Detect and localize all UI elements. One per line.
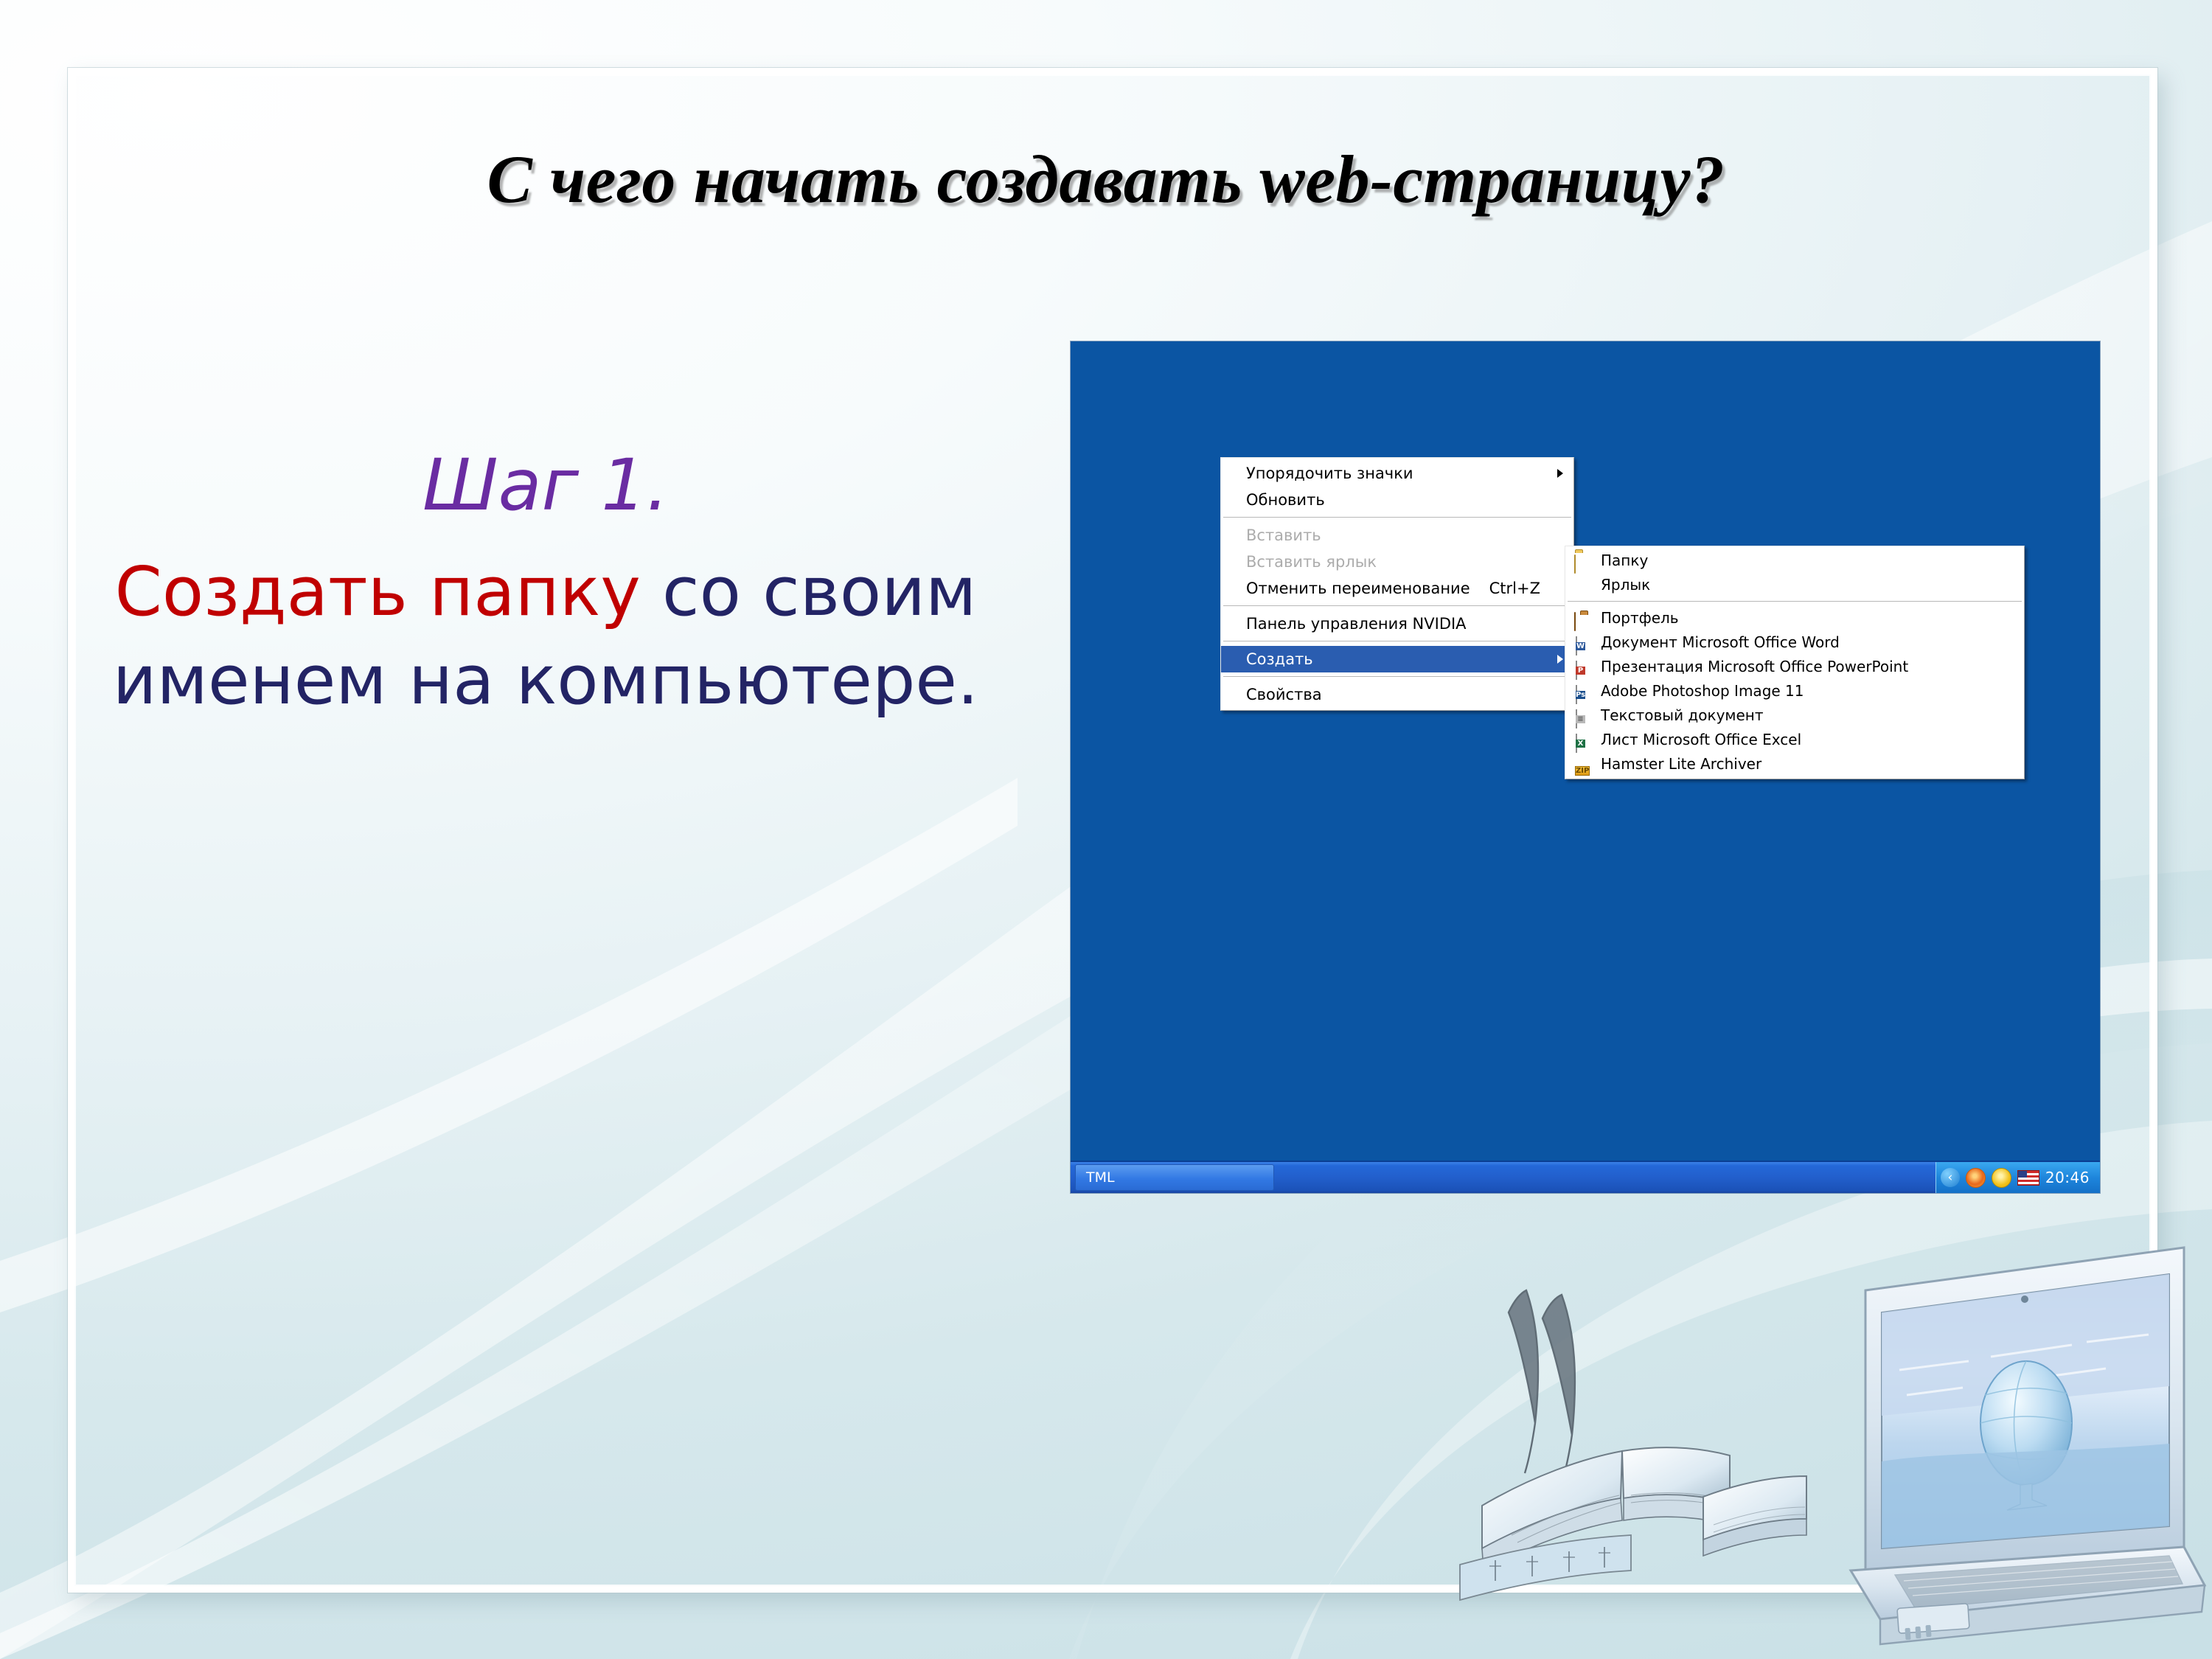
desktop-context-menu[interactable]: Упорядочить значки Обновить Вставить Вст… — [1220, 457, 1574, 711]
no-icon-placeholder — [1574, 577, 1593, 594]
submenu-arrow-icon — [1557, 469, 1563, 478]
context-menu-item-undo-rename[interactable]: Отменить переименование Ctrl+Z — [1221, 575, 1573, 602]
powerpoint-document-icon: P — [1574, 658, 1593, 680]
system-tray[interactable]: ‹ 20:46 — [1935, 1162, 2100, 1193]
context-menu-item-refresh[interactable]: Обновить — [1221, 487, 1573, 513]
submenu-item-label: Папку — [1601, 552, 1649, 569]
context-menu-separator — [1223, 676, 1571, 678]
context-menu-item-accelerator: Ctrl+Z — [1489, 580, 1540, 597]
context-menu-item-label: Обновить — [1246, 491, 1325, 509]
zip-archive-icon: ZIP — [1575, 765, 1590, 776]
context-menu-item-nvidia-control-panel[interactable]: Панель управления NVIDIA — [1221, 611, 1573, 637]
submenu-item-label: Документ Microsoft Office Word — [1601, 633, 1840, 651]
submenu-item-label: Hamster Lite Archiver — [1601, 755, 1762, 773]
taskbar-clock[interactable]: 20:46 — [2045, 1169, 2090, 1186]
submenu-item-label: Лист Microsoft Office Excel — [1601, 731, 1802, 748]
context-menu-item-label: Вставить ярлык — [1246, 553, 1377, 571]
submenu-item-excel-sheet[interactable]: X Лист Microsoft Office Excel — [1565, 728, 2024, 753]
context-menu-item-label: Отменить переименование — [1246, 580, 1470, 597]
submenu-arrow-icon — [1557, 655, 1563, 664]
submenu-item-briefcase[interactable]: Портфель — [1565, 606, 2024, 631]
briefcase-icon — [1574, 610, 1593, 631]
context-menu-item-paste-shortcut: Вставить ярлык — [1221, 549, 1573, 575]
submenu-item-shortcut[interactable]: Ярлык — [1565, 573, 2024, 597]
submenu-item-label: Текстовый документ — [1601, 706, 1764, 724]
instruction-text: Создать папку со своим именем на компьют… — [88, 548, 1003, 724]
slide-body-text: Шаг 1. Создать папку со своим именем на … — [88, 442, 1003, 724]
laptop-and-books-illustration — [1438, 1202, 2212, 1659]
context-menu-separator — [1223, 641, 1571, 642]
text-document-icon: ≡ — [1574, 707, 1593, 728]
submenu-item-photoshop-image[interactable]: Ps Adobe Photoshop Image 11 — [1565, 679, 2024, 704]
context-menu-item-arrange-icons[interactable]: Упорядочить значки — [1221, 460, 1573, 487]
context-menu-item-new[interactable]: Создать — [1221, 646, 1573, 672]
context-menu-item-paste: Вставить — [1221, 522, 1573, 549]
context-menu-item-label: Упорядочить значки — [1246, 465, 1413, 482]
submenu-item-word-document[interactable]: W Документ Microsoft Office Word — [1565, 630, 2024, 655]
context-menu-item-label: Создать — [1246, 650, 1313, 668]
context-menu-item-label: Свойства — [1246, 686, 1322, 703]
windows-desktop-screenshot: Упорядочить значки Обновить Вставить Вст… — [1071, 341, 2100, 1193]
taskbar-window-button[interactable]: TML — [1075, 1164, 1274, 1191]
submenu-item-label: Ярлык — [1601, 576, 1651, 594]
submenu-item-label: Презентация Microsoft Office PowerPoint — [1601, 658, 1909, 675]
submenu-item-folder[interactable]: Папку — [1565, 549, 2024, 574]
submenu-item-powerpoint-presentation[interactable]: P Презентация Microsoft Office PowerPoin… — [1565, 655, 2024, 680]
new-item-submenu[interactable]: Папку Ярлык Портфель W Документ Microsof… — [1565, 546, 2025, 779]
chevron-left-icon[interactable]: ‹ — [1940, 1168, 1960, 1187]
context-menu-item-label: Панель управления NVIDIA — [1246, 615, 1467, 633]
instruction-accent: Создать папку — [114, 552, 641, 632]
photoshop-document-icon: Ps — [1574, 683, 1593, 704]
submenu-item-text-document[interactable]: ≡ Текстовый документ — [1565, 703, 2024, 728]
context-menu-item-label: Вставить — [1246, 526, 1321, 544]
presentation-slide: С чего начать создавать web-страницу? Ша… — [0, 0, 2212, 1659]
taskbar-window-button-label: TML — [1086, 1169, 1115, 1186]
submenu-item-label: Портфель — [1601, 609, 1679, 627]
word-document-icon: W — [1574, 634, 1593, 655]
context-menu-item-properties[interactable]: Свойства — [1221, 681, 1573, 708]
excel-document-icon: X — [1574, 731, 1593, 753]
yellow-status-icon[interactable] — [1991, 1167, 2011, 1188]
orange-status-icon[interactable] — [1965, 1167, 1986, 1188]
submenu-separator — [1568, 601, 2022, 602]
context-menu-separator — [1223, 517, 1571, 518]
submenu-item-hamster-archiver[interactable]: ZIP Hamster Lite Archiver — [1565, 752, 2024, 776]
folder-icon — [1574, 552, 1593, 574]
language-flag-icon[interactable] — [2017, 1169, 2039, 1186]
windows-taskbar[interactable]: TML ‹ 20:46 — [1071, 1161, 2100, 1193]
submenu-item-label: Adobe Photoshop Image 11 — [1601, 682, 1804, 700]
page-title: С чего начать создавать web-страницу? — [487, 142, 1725, 217]
context-menu-separator — [1223, 605, 1571, 607]
step-label: Шаг 1. — [422, 444, 669, 526]
